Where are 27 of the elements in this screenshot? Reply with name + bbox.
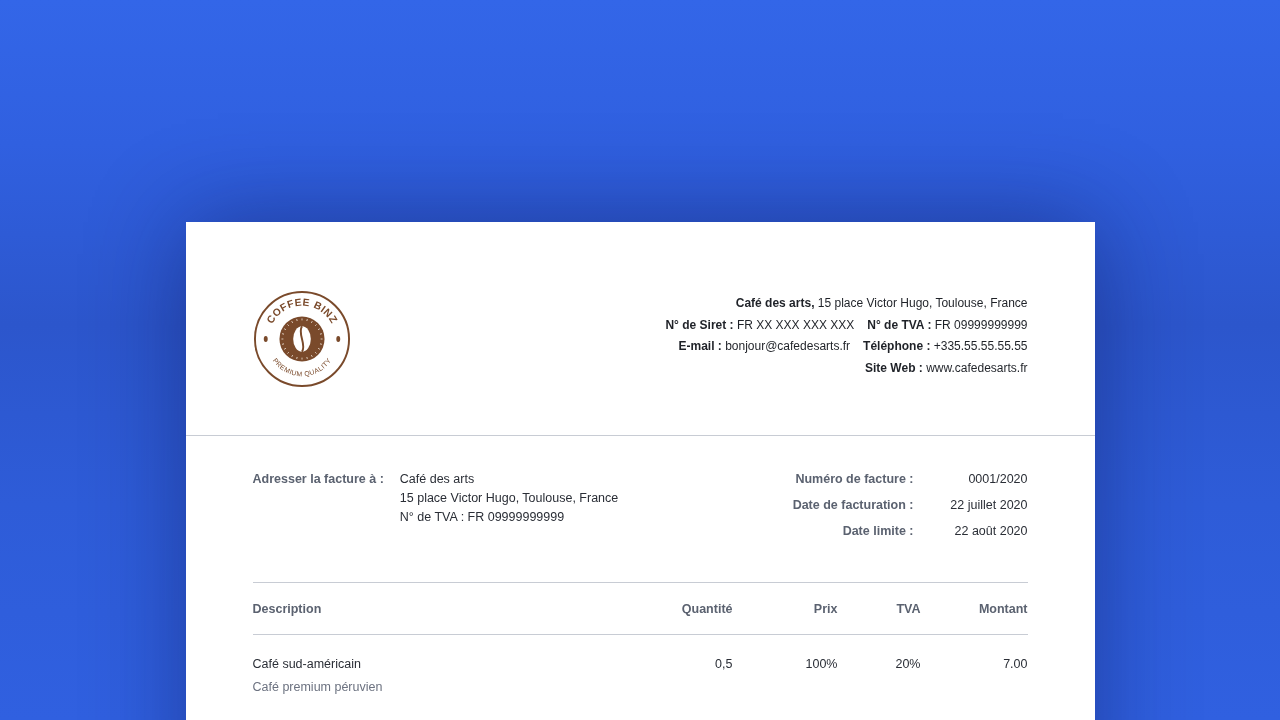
column-header: Montant — [977, 602, 1028, 616]
table-cell-text: 100% — [804, 657, 838, 673]
table-cell-text: Café sud-américain — [252, 657, 362, 671]
column-header: Quantité — [680, 602, 733, 616]
column-header: Prix — [812, 602, 838, 616]
company-info: N° de Siret : FR XX XXX XXX XXX — [665, 316, 855, 334]
table-cell-text: 7.00 — [1002, 657, 1028, 673]
table-cell-text: 20% — [894, 657, 921, 673]
company-info: N° de TVA : FR 09999999999 — [867, 316, 1028, 334]
invoice-meta-label: Numéro de facture : — [794, 472, 914, 486]
column-header: TVA — [895, 602, 921, 616]
bill-to-label: Adresser la facture à : — [252, 472, 384, 488]
company-info: E-mail : bonjour@cafedesarts.fr — [678, 338, 851, 355]
company-info: Téléphone : +335.55.55.55.55 — [863, 338, 1028, 355]
bill-to-address: 15 place Victor Hugo, Toulouse, France — [399, 491, 619, 505]
company-info: Site Web : www.cafedesarts.fr — [865, 359, 1028, 377]
invoice-meta-label: Date de facturation : — [792, 498, 914, 512]
bill-to-address: N° de TVA : FR 09999999999 — [399, 510, 566, 524]
bill-to-address: Café des arts — [399, 472, 476, 486]
column-header: Description — [252, 602, 323, 616]
table-cell-text: 0,5 — [714, 657, 733, 673]
invoice-meta-value: 22 juillet 2020 — [949, 498, 1028, 512]
invoice-meta-value: 22 août 2020 — [953, 524, 1028, 538]
company-info: Café des arts, 15 place Victor Hugo, Toulouse, France — [735, 295, 1028, 312]
invoice-meta-label: Date limite : — [841, 524, 914, 538]
item-detail: Café premium péruvien — [252, 680, 384, 694]
invoice-meta-value: 0001/2020 — [967, 472, 1028, 486]
